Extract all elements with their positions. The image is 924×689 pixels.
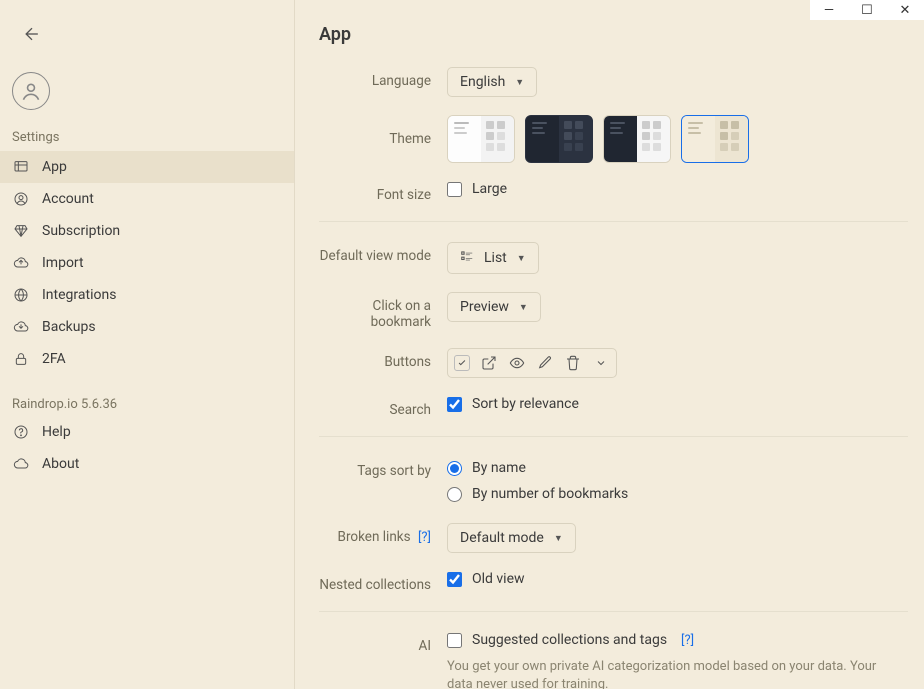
font-size-large-text: Large xyxy=(472,181,507,197)
sidebar-item-label: Account xyxy=(42,191,94,207)
ai-suggested-option[interactable]: Suggested collections and tags [?] xyxy=(447,632,877,648)
eye-icon[interactable] xyxy=(508,354,526,372)
divider xyxy=(319,611,908,612)
broken-links-label: Broken links [?] xyxy=(319,523,447,545)
chevron-down-icon: ▼ xyxy=(515,77,524,88)
font-size-large-checkbox[interactable] xyxy=(447,182,462,197)
window-minimize-button[interactable]: — xyxy=(810,0,848,20)
sidebar-section-title: Settings xyxy=(0,124,294,151)
buttons-label: Buttons xyxy=(319,348,447,370)
default-view-label: Default view mode xyxy=(319,242,447,264)
language-select[interactable]: English ▼ xyxy=(447,67,537,97)
tags-sort-count-text: By number of bookmarks xyxy=(472,486,628,502)
tags-sort-by-count[interactable]: By number of bookmarks xyxy=(447,483,628,505)
broken-links-select[interactable]: Default mode ▼ xyxy=(447,523,576,553)
search-label: Search xyxy=(319,396,447,418)
language-label: Language xyxy=(319,67,447,89)
tags-sort-label: Tags sort by xyxy=(319,457,447,479)
sidebar-item-about[interactable]: About xyxy=(0,448,294,480)
tags-sort-name-radio[interactable] xyxy=(447,461,462,476)
back-button[interactable] xyxy=(22,24,46,48)
broken-links-value: Default mode xyxy=(460,530,544,546)
help-icon xyxy=(12,423,30,441)
search-relevance-option[interactable]: Sort by relevance xyxy=(447,396,579,412)
nested-oldview-option[interactable]: Old view xyxy=(447,571,525,587)
default-view-value: List xyxy=(484,250,507,266)
sidebar-item-label: Integrations xyxy=(42,287,116,303)
sidebar-item-backups[interactable]: Backups xyxy=(0,311,294,343)
chevron-down-icon: ▼ xyxy=(519,302,528,313)
tags-sort-by-name[interactable]: By name xyxy=(447,457,628,479)
ai-help[interactable]: [?] xyxy=(677,633,694,648)
list-icon xyxy=(460,249,474,267)
globe-icon xyxy=(12,286,30,304)
sidebar-item-app[interactable]: App xyxy=(0,151,294,183)
sidebar-item-label: Import xyxy=(42,255,84,271)
lock-icon xyxy=(12,350,30,368)
sidebar-item-account[interactable]: Account xyxy=(0,183,294,215)
avatar[interactable] xyxy=(12,72,50,110)
default-view-select[interactable]: List ▼ xyxy=(447,242,539,274)
sidebar-item-help[interactable]: Help xyxy=(0,416,294,448)
ai-description: You get your own private AI categorizati… xyxy=(447,658,877,689)
chevron-down-icon[interactable] xyxy=(592,354,610,372)
nested-collections-label: Nested collections xyxy=(319,571,447,593)
sidebar-item-label: App xyxy=(42,159,67,175)
app-icon xyxy=(12,158,30,176)
broken-links-help[interactable]: [?] xyxy=(414,530,431,545)
search-relevance-checkbox[interactable] xyxy=(447,397,462,412)
click-bookmark-value: Preview xyxy=(460,299,509,315)
buttons-group[interactable] xyxy=(447,348,617,378)
theme-option-light[interactable] xyxy=(447,115,515,163)
font-size-label: Font size xyxy=(319,181,447,203)
ai-suggested-text: Suggested collections and tags xyxy=(472,632,667,648)
tags-sort-count-radio[interactable] xyxy=(447,487,462,502)
theme-option-sepia[interactable] xyxy=(681,115,749,163)
sidebar-item-label: About xyxy=(42,456,79,472)
edit-icon[interactable] xyxy=(536,354,554,372)
ai-label: AI xyxy=(319,632,447,654)
cloud-down-icon xyxy=(12,318,30,336)
tags-sort-name-text: By name xyxy=(472,460,526,476)
theme-label: Theme xyxy=(319,115,447,147)
nested-oldview-checkbox[interactable] xyxy=(447,572,462,587)
window-maximize-button[interactable]: ☐ xyxy=(848,0,886,20)
sidebar-item-label: Backups xyxy=(42,319,96,335)
sidebar-item-integrations[interactable]: Integrations xyxy=(0,279,294,311)
checkbox-icon[interactable] xyxy=(454,355,470,371)
sidebar-item-import[interactable]: Import xyxy=(0,247,294,279)
font-size-large-option[interactable]: Large xyxy=(447,181,507,197)
page-title: App xyxy=(319,24,908,45)
app-version: Raindrop.io 5.6.36 xyxy=(0,389,294,416)
user-icon xyxy=(12,190,30,208)
divider xyxy=(319,436,908,437)
main-panel: App Language English ▼ Theme xyxy=(295,0,924,689)
cloud-up-icon xyxy=(12,254,30,272)
cloud-icon xyxy=(12,455,30,473)
sidebar-item-subscription[interactable]: Subscription xyxy=(0,215,294,247)
sidebar: Settings App Account Subscription Import… xyxy=(0,0,295,689)
ai-suggested-checkbox[interactable] xyxy=(447,633,462,648)
sidebar-item-2fa[interactable]: 2FA xyxy=(0,343,294,375)
chevron-down-icon: ▼ xyxy=(554,533,563,544)
click-bookmark-label: Click on a bookmark xyxy=(319,292,447,330)
trash-icon[interactable] xyxy=(564,354,582,372)
sidebar-item-label: Subscription xyxy=(42,223,120,239)
sidebar-item-label: 2FA xyxy=(42,351,66,367)
open-external-icon[interactable] xyxy=(480,354,498,372)
theme-option-mixed[interactable] xyxy=(603,115,671,163)
divider xyxy=(319,221,908,222)
theme-option-dark[interactable] xyxy=(525,115,593,163)
sidebar-item-label: Help xyxy=(42,424,71,440)
search-relevance-text: Sort by relevance xyxy=(472,396,579,412)
language-value: English xyxy=(460,74,505,90)
nested-oldview-text: Old view xyxy=(472,571,525,587)
click-bookmark-select[interactable]: Preview ▼ xyxy=(447,292,541,322)
diamond-icon xyxy=(12,222,30,240)
window-close-button[interactable]: ✕ xyxy=(886,0,924,20)
chevron-down-icon: ▼ xyxy=(517,253,526,264)
